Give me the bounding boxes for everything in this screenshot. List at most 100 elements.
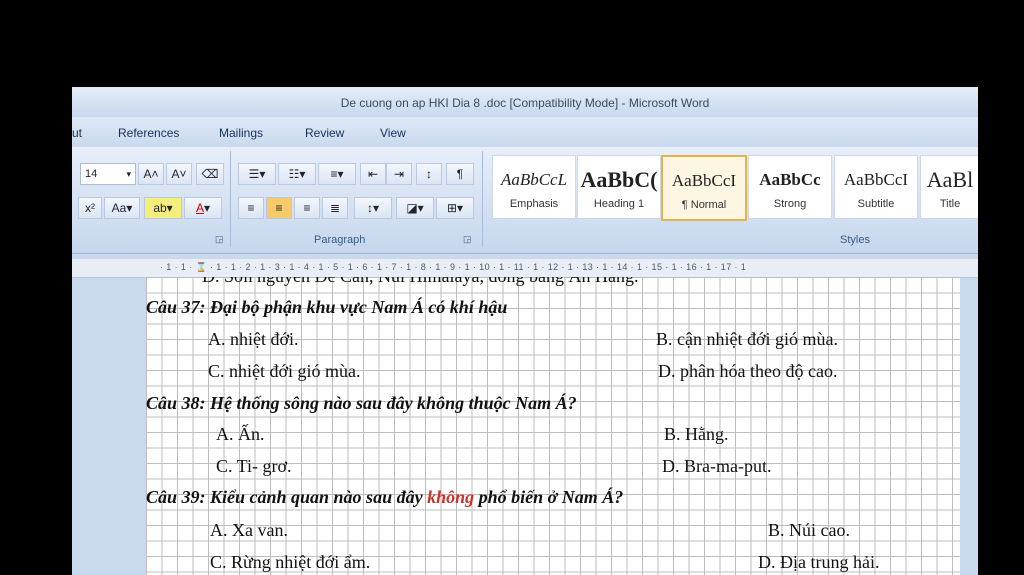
- align-right-button[interactable]: ≡: [294, 197, 320, 219]
- numbered-list-icon: ☷▾: [288, 167, 306, 181]
- increase-indent-icon: ⇥: [393, 167, 405, 181]
- multilevel-list-icon: ≡▾: [330, 167, 344, 181]
- style-sample: AaBbCc: [759, 170, 821, 189]
- answer-38a: A. Ấn.: [216, 424, 265, 444]
- answer-38d: D. Bra-ma-put.: [662, 456, 772, 476]
- tab-review[interactable]: Review: [305, 126, 344, 140]
- grow-font-icon: A˄: [143, 167, 159, 181]
- style-sample: AaBbC(: [580, 167, 658, 192]
- line-spacing-icon: ↕▾: [366, 201, 380, 215]
- style-sample: AaBbCcI: [671, 171, 737, 190]
- question-37: Câu 37: Đại bộ phận khu vực Nam Á có khí…: [146, 297, 508, 317]
- align-left-button[interactable]: ≡: [238, 197, 264, 219]
- ruler-ticks: · 1 · 1 · ⌛ · 1 · 1 · 2 · 1 · 3 · 1 · 4 …: [160, 262, 747, 272]
- style-name: Title: [939, 198, 961, 210]
- sort-button[interactable]: ↕: [416, 163, 442, 185]
- justify-icon: ≣: [329, 201, 341, 215]
- font-dialog-launcher-icon[interactable]: ◲: [215, 234, 224, 245]
- word-window: De cuong on ap HKI Dia 8 .doc [Compatibi…: [72, 87, 978, 575]
- question-38: Câu 38: Hệ thống sông nào sau đây không …: [146, 393, 577, 413]
- dialog-launcher-icon[interactable]: ◲: [463, 234, 472, 245]
- answer-37a: A. nhiệt đới.: [208, 329, 299, 349]
- question-39-suffix: phổ biến ở Nam Á?: [474, 487, 624, 507]
- style-emphasis[interactable]: AaBbCcL Emphasis: [492, 155, 576, 219]
- highlight-button[interactable]: ab▾: [144, 197, 182, 219]
- answer-39d: D. Địa trung hải.: [758, 552, 880, 572]
- answer-39c: C. Rừng nhiệt đới ẩm.: [210, 552, 371, 572]
- styles-group-label: Styles: [840, 234, 870, 246]
- question-39: Câu 39: Kiểu cảnh quan nào sau đây không…: [146, 487, 623, 508]
- align-left-icon: ≡: [247, 201, 255, 215]
- answer-38c: C. Ti- grơ.: [216, 456, 292, 476]
- line-spacing-button[interactable]: ↕▾: [354, 197, 392, 219]
- shrink-font-icon: A˅: [171, 167, 187, 181]
- document-page[interactable]: D. Sơn nguyên Đê Can, Núi Himalaya, đồng…: [146, 277, 960, 575]
- question-39-emphasis: không: [427, 487, 475, 507]
- clear-format-icon: ⌫: [201, 167, 219, 181]
- chevron-down-icon: ▾: [126, 169, 131, 179]
- change-case-button[interactable]: Aa▾: [104, 197, 140, 219]
- window-title: De cuong on ap HKI Dia 8 .doc [Compatibi…: [340, 96, 710, 110]
- multilevel-list-button[interactable]: ≡▾: [318, 163, 356, 185]
- change-case-icon: Aa▾: [111, 201, 133, 215]
- paint-bucket-icon: ◪▾: [406, 201, 424, 215]
- bullet-list-icon: ☰▾: [248, 167, 266, 181]
- ribbon: 14 ▾ A˄ A˅ ⌫ x² Aa▾ ab▾ A▾ ☰▾ ☷▾ ≡▾ ⇤ ⇥ …: [72, 147, 978, 254]
- borders-button[interactable]: ⊞▾: [436, 197, 474, 219]
- style-name: Heading 1: [593, 198, 645, 210]
- tab-mailings[interactable]: Mailings: [219, 126, 263, 140]
- grow-font-button[interactable]: A˄: [138, 163, 164, 185]
- pilcrow-icon: ¶: [456, 167, 464, 181]
- shading-button[interactable]: ◪▾: [396, 197, 434, 219]
- tab-home[interactable]: ut: [72, 126, 82, 140]
- align-right-icon: ≡: [303, 201, 311, 215]
- numbering-button[interactable]: ☷▾: [278, 163, 316, 185]
- align-center-button[interactable]: ≡: [266, 197, 292, 219]
- shrink-font-button[interactable]: A˅: [166, 163, 192, 185]
- style-name: Emphasis: [509, 198, 559, 210]
- sort-icon: ↕: [426, 167, 432, 181]
- group-separator: [230, 151, 231, 247]
- style-title[interactable]: AaBl Title: [920, 155, 978, 219]
- font-size-select[interactable]: 14 ▾: [80, 163, 136, 185]
- answer-38b: B. Hằng.: [664, 424, 729, 444]
- style-strong[interactable]: AaBbCc Strong: [748, 155, 832, 219]
- paragraph-group-label: Paragraph: [314, 234, 366, 246]
- tab-view[interactable]: View: [380, 126, 406, 140]
- bullets-button[interactable]: ☰▾: [238, 163, 276, 185]
- borders-icon: ⊞▾: [446, 201, 464, 215]
- highlighter-icon: ab▾: [153, 201, 173, 215]
- style-sample: AaBbCcL: [500, 170, 568, 189]
- answer-d-cut: D. Sơn nguyên Đê Can, Núi Himalaya, đồng…: [202, 277, 638, 287]
- clear-format-button[interactable]: ⌫: [196, 163, 224, 185]
- style-heading-1[interactable]: AaBbC( Heading 1: [577, 155, 661, 219]
- show-formatting-button[interactable]: ¶: [446, 163, 474, 185]
- style-sample: AaBl: [926, 167, 974, 192]
- decrease-indent-icon: ⇤: [367, 167, 379, 181]
- title-bar: De cuong on ap HKI Dia 8 .doc [Compatibi…: [72, 87, 978, 117]
- answer-37c: C. nhiệt đới gió mùa.: [208, 361, 361, 381]
- increase-indent-button[interactable]: ⇥: [386, 163, 412, 185]
- group-separator: [482, 151, 483, 247]
- horizontal-ruler[interactable]: · 1 · 1 · ⌛ · 1 · 1 · 2 · 1 · 3 · 1 · 4 …: [72, 259, 978, 278]
- answer-39a: A. Xa van.: [210, 520, 288, 540]
- superscript-button[interactable]: x²: [78, 197, 102, 219]
- answer-37d: D. phân hóa theo độ cao.: [658, 361, 838, 381]
- decrease-indent-button[interactable]: ⇤: [360, 163, 386, 185]
- question-39-prefix: Câu 39: Kiểu cảnh quan nào sau đây: [146, 487, 428, 507]
- style-normal[interactable]: AaBbCcI ¶ Normal: [661, 155, 747, 221]
- justify-button[interactable]: ≣: [322, 197, 348, 219]
- answer-37b: B. cận nhiệt đới gió mùa.: [656, 329, 838, 349]
- style-sample: AaBbCcI: [843, 170, 909, 189]
- answer-39b: B. Núi cao.: [768, 520, 850, 540]
- font-color-icon: A: [195, 201, 204, 215]
- style-name: ¶ Normal: [681, 199, 727, 211]
- font-size-value: 14: [85, 168, 98, 180]
- style-subtitle[interactable]: AaBbCcI Subtitle: [834, 155, 918, 219]
- font-color-button[interactable]: A▾: [184, 197, 222, 219]
- superscript-icon: x²: [85, 201, 95, 215]
- align-center-icon: ≡: [275, 201, 283, 215]
- ribbon-tabs: ut References Mailings Review View: [72, 117, 978, 147]
- tab-references[interactable]: References: [118, 126, 179, 140]
- style-name: Strong: [773, 198, 807, 210]
